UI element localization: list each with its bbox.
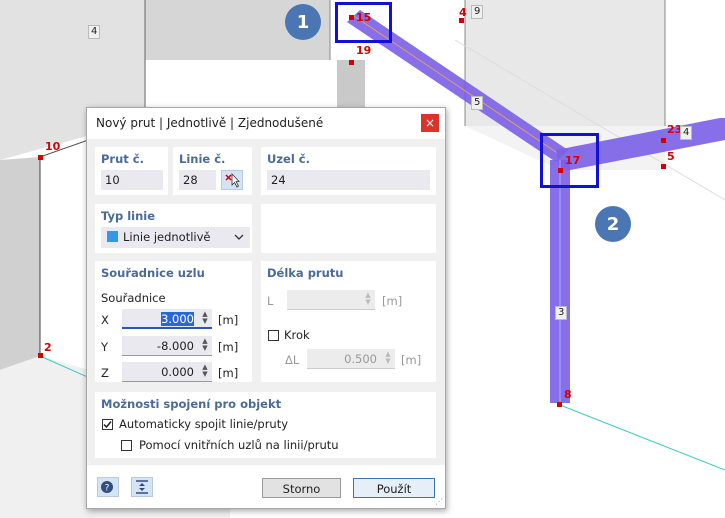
z-value: 0.000 [161, 365, 194, 379]
node-label: 19 [356, 44, 372, 57]
y-input[interactable]: -8.000 ▲ ▼ [122, 336, 212, 356]
node-2[interactable] [38, 353, 43, 358]
empty-panel [261, 204, 436, 253]
dialog-titlebar[interactable]: Nový prut | Jednotlivě | Zjednodušené × [87, 108, 445, 139]
y-unit: [m] [218, 340, 239, 354]
node-coords-label: Souřadnice uzlu [101, 266, 205, 280]
dl-value: 0.500 [344, 352, 377, 366]
connection-options-panel: Možnosti spojení pro objekt Automaticky … [95, 392, 436, 458]
node-label: 2 [44, 341, 52, 354]
line-no-field[interactable]: 28 [179, 170, 216, 190]
x-input[interactable]: 3.000 ▲ ▼ [122, 309, 212, 329]
node-label: 8 [564, 388, 572, 401]
node-no-panel: Uzel č. 24 [261, 147, 436, 195]
member-label: 9 [471, 5, 484, 19]
member-no-label: Prut č. [101, 152, 144, 166]
help-icon: ? [101, 481, 113, 494]
internal-nodes-checkbox[interactable] [121, 440, 132, 451]
callout-marker: 1 [285, 4, 321, 40]
dialog-title: Nový prut | Jednotlivě | Zjednodušené [96, 116, 324, 130]
line-type-label: Typ linie [101, 209, 156, 223]
line-no-label: Linie č. [179, 152, 226, 166]
x-label: X [101, 313, 109, 327]
axis-line [559, 404, 725, 471]
step-label: Krok [284, 328, 310, 342]
selection-box [335, 2, 392, 43]
node-8[interactable] [557, 402, 562, 407]
column-19 [337, 60, 365, 108]
node-label: 5 [667, 150, 675, 163]
y-label: Y [101, 340, 109, 354]
apply-button[interactable]: Použít [353, 478, 435, 498]
node-19[interactable] [349, 60, 354, 65]
left-wall [0, 157, 40, 370]
dl-unit: [m] [401, 353, 422, 367]
fit-dialog-button[interactable] [131, 477, 153, 497]
l-input[interactable]: ▲ ▼ [287, 290, 375, 310]
z-input[interactable]: 0.000 ▲ ▼ [122, 362, 212, 382]
node-23[interactable] [661, 138, 666, 143]
z-spinner[interactable]: ▲ ▼ [201, 364, 209, 378]
chevron-down-icon [234, 234, 244, 240]
dl-label: ΔL [285, 353, 300, 367]
node-5[interactable] [661, 164, 666, 169]
pick-cursor-icon [225, 172, 240, 188]
resize-vertical-icon [136, 480, 148, 494]
callout-marker: 2 [595, 206, 631, 242]
dl-input[interactable]: 0.500 ▲ ▼ [307, 349, 395, 369]
coords-sub-label: Souřadnice [101, 291, 166, 305]
member-label: 4 [680, 126, 693, 140]
pick-line-button[interactable] [221, 170, 243, 190]
svg-text:?: ? [105, 484, 110, 494]
new-member-dialog: Nový prut | Jednotlivě | Zjednodušené × … [86, 107, 446, 509]
cancel-button[interactable]: Storno [262, 478, 341, 498]
member-label: 5 [471, 96, 484, 110]
auto-connect-label: Automaticky spojit linie/pruty [119, 417, 289, 431]
line-no-panel: Linie č. 28 [173, 147, 252, 195]
dialog-footer: ? Storno Použít ⋰ [87, 465, 445, 508]
checkmark-icon [103, 421, 112, 429]
member-length-panel: Délka prutu L ▲ ▼ [m] Krok ΔL 0.500 ▲ ▼ [m… [261, 261, 436, 382]
dl-spinner[interactable]: ▲ ▼ [384, 351, 392, 365]
node-10[interactable] [38, 155, 43, 160]
y-value: -8.000 [156, 339, 194, 353]
member-length-label: Délka prutu [267, 266, 344, 280]
auto-connect-checkbox[interactable] [102, 419, 113, 430]
connection-options-label: Možnosti spojení pro objekt [101, 397, 282, 411]
node-coords-panel: Souřadnice uzlu Souřadnice X 3.000 ▲ ▼ [m… [95, 261, 252, 382]
step-checkbox[interactable] [268, 330, 279, 341]
line-type-select[interactable]: Linie jednotlivě [101, 227, 250, 248]
l-label: L [267, 294, 274, 308]
resize-grip-icon[interactable]: ⋰ [435, 497, 443, 506]
member-no-field[interactable]: 10 [101, 170, 163, 190]
node-no-field[interactable]: 24 [267, 170, 430, 190]
node-no-label: Uzel č. [267, 152, 310, 166]
line-type-panel: Typ linie Linie jednotlivě [95, 204, 252, 253]
member-label: 3 [555, 306, 568, 320]
selection-box [540, 133, 599, 188]
node-label: 10 [45, 140, 61, 153]
y-spinner[interactable]: ▲ ▼ [201, 338, 209, 352]
close-button[interactable]: × [421, 114, 439, 132]
internal-nodes-label: Pomocí vnitřních uzlů na linii/prutu [139, 438, 339, 452]
line-type-value: Linie jednotlivě [123, 230, 211, 244]
member-no-panel: Prut č. 10 [95, 147, 168, 195]
help-button[interactable]: ? [97, 477, 119, 497]
z-label: Z [101, 366, 109, 380]
x-spinner[interactable]: ▲ ▼ [201, 311, 209, 325]
l-unit: [m] [382, 294, 403, 308]
z-unit: [m] [218, 366, 239, 380]
x-unit: [m] [218, 313, 239, 327]
node-label: 4 [459, 6, 467, 19]
line-type-color-icon [107, 231, 118, 242]
x-value: 3.000 [161, 312, 194, 326]
member-label: 4 [88, 25, 101, 39]
l-spinner[interactable]: ▲ ▼ [364, 292, 372, 306]
